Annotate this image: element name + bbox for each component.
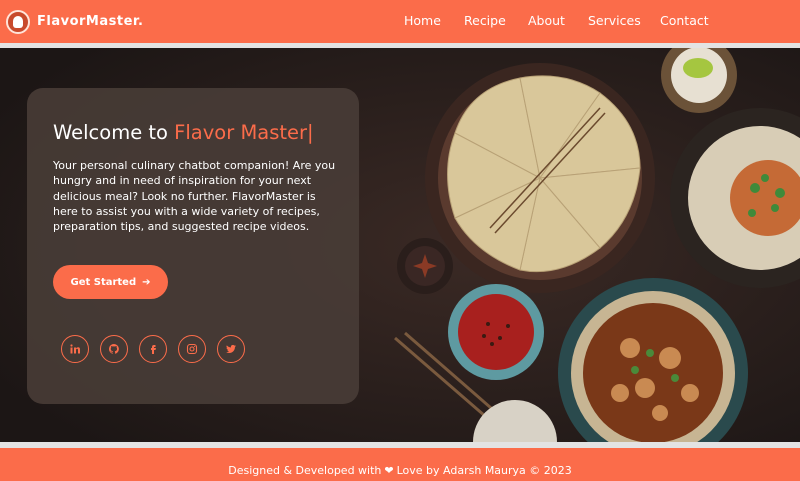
footer-prefix: Designed & Developed with — [228, 464, 382, 477]
footer: Designed & Developed with ❤ Love by Adar… — [0, 448, 800, 481]
footer-suffix: Love by Adarsh Maurya © 2023 — [396, 464, 572, 477]
nav-recipe[interactable]: Recipe — [464, 14, 506, 28]
heart-icon: ❤ — [384, 464, 394, 477]
get-started-label: Get Started — [70, 276, 137, 288]
facebook-icon[interactable] — [139, 335, 167, 363]
welcome-title-brand: Flavor Master| — [174, 121, 314, 144]
welcome-title: Welcome to Flavor Master| — [53, 121, 314, 144]
twitter-icon[interactable] — [217, 335, 245, 363]
top-navbar: FlavorMaster. Home Recipe About Services… — [0, 0, 800, 43]
main-nav: Home Recipe About Services Contact — [0, 0, 800, 43]
linkedin-icon[interactable] — [61, 335, 89, 363]
welcome-card: Welcome to Flavor Master| Your personal … — [27, 88, 359, 404]
instagram-icon[interactable] — [178, 335, 206, 363]
nav-contact[interactable]: Contact — [660, 14, 709, 28]
get-started-button[interactable]: Get Started ➔ — [53, 265, 168, 299]
github-icon[interactable] — [100, 335, 128, 363]
nav-home[interactable]: Home — [404, 14, 441, 28]
arrow-right-icon: ➔ — [142, 276, 151, 288]
hero-section: Welcome to Flavor Master| Your personal … — [0, 48, 800, 442]
nav-services[interactable]: Services — [588, 14, 641, 28]
welcome-description: Your personal culinary chatbot companion… — [53, 159, 336, 234]
welcome-title-prefix: Welcome to — [53, 121, 175, 144]
nav-about[interactable]: About — [528, 14, 565, 28]
